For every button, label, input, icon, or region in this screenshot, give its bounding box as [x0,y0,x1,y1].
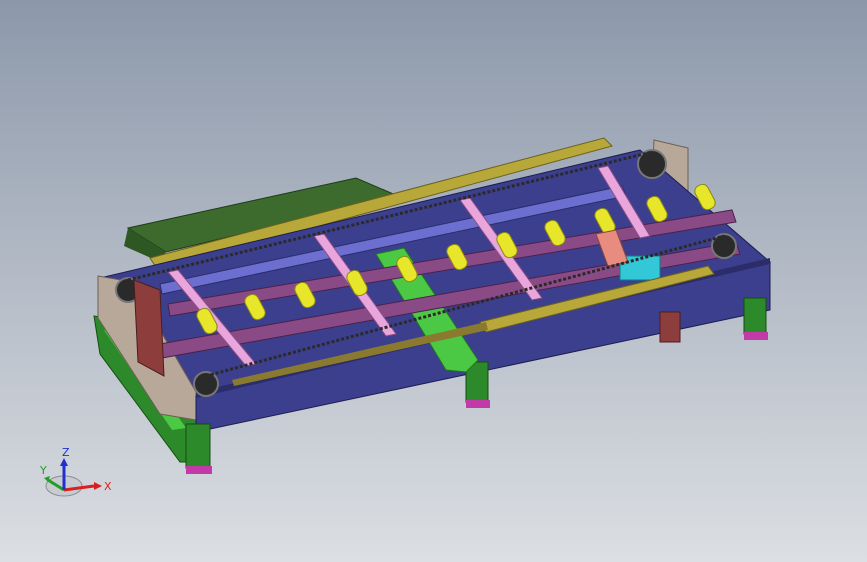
triad-x-label: X [104,480,112,493]
triad-z-label: Z [62,446,70,459]
3d-viewport[interactable]: X Y Z [0,0,867,562]
coordinate-triad[interactable]: X Y Z [36,446,116,510]
triad-x-arrow [94,482,102,490]
foot-2 [466,400,490,408]
sprocket-rear-right[interactable] [637,149,667,179]
rear-leg-1[interactable] [659,311,681,343]
front-leg-1[interactable] [185,423,211,469]
front-end-plate[interactable] [133,279,165,377]
front-leg-3[interactable] [743,297,767,335]
foot-1 [186,466,212,474]
foot-3 [744,332,768,340]
sprocket-front-right[interactable] [711,233,737,259]
triad-z-arrow [60,458,68,466]
conveyor-model[interactable] [0,0,867,562]
triad-y-label: Y [39,464,47,477]
